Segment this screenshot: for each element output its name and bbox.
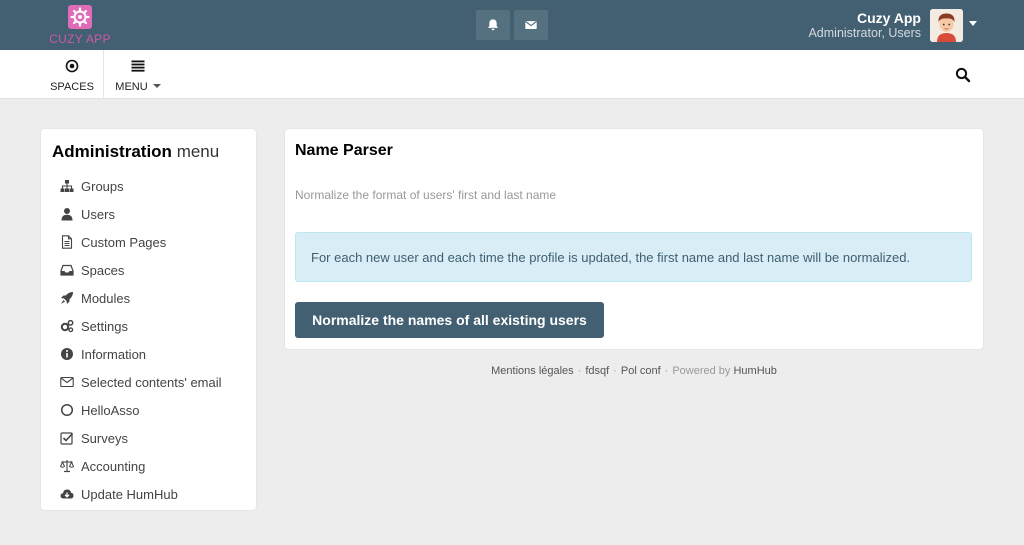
secondary-navbar: SPACES MENU bbox=[0, 50, 1024, 99]
user-role: Administrator, Users bbox=[808, 26, 921, 40]
sidebar-item-label: HelloAsso bbox=[81, 402, 140, 418]
inbox-icon bbox=[59, 262, 75, 278]
cloud-download-icon bbox=[59, 486, 75, 502]
logo-gear-icon bbox=[68, 5, 92, 29]
envelope-icon bbox=[525, 21, 537, 29]
sidebar-item-label: Groups bbox=[81, 178, 124, 194]
sidebar-item-users[interactable]: Users bbox=[41, 200, 256, 228]
sidebar-item-groups[interactable]: Groups bbox=[41, 172, 256, 200]
notifications-button[interactable] bbox=[476, 10, 510, 40]
messages-button[interactable] bbox=[514, 10, 548, 40]
footer-separator: · bbox=[577, 365, 582, 377]
balance-scale-icon bbox=[59, 458, 75, 474]
sidebar-item-label: Modules bbox=[81, 290, 131, 306]
name-parser-panel: Name Parser Normalize the format of user… bbox=[285, 129, 983, 349]
info-alert: For each new user and each time the prof… bbox=[295, 232, 972, 282]
normalize-names-button[interactable]: Normalize the names of all existing user… bbox=[295, 302, 604, 338]
gears-icon bbox=[59, 318, 75, 334]
logo-text: CUZY APP bbox=[49, 32, 111, 46]
footer-link-pol-conf[interactable]: Pol conf bbox=[621, 365, 661, 377]
top-navbar: CUZY APP Cuzy App Administrator, Users bbox=[0, 0, 1024, 50]
user-icon bbox=[59, 206, 75, 222]
bell-icon bbox=[488, 19, 498, 31]
app-logo[interactable]: CUZY APP bbox=[46, 5, 114, 47]
sidebar-item-modules[interactable]: Modules bbox=[41, 284, 256, 312]
footer-powered-by: Powered by bbox=[672, 365, 731, 377]
footer-separator: · bbox=[664, 365, 669, 377]
sidebar-item-label: Custom Pages bbox=[81, 234, 167, 250]
footer-link-humhub[interactable]: HumHub bbox=[733, 365, 776, 377]
circle-outline-icon bbox=[59, 402, 75, 418]
sidebar-item-label: Surveys bbox=[81, 430, 128, 446]
file-icon bbox=[59, 234, 75, 250]
footer-link-legal[interactable]: Mentions légales bbox=[491, 365, 574, 377]
footer-separator: · bbox=[613, 365, 617, 377]
sidebar-item-settings[interactable]: Settings bbox=[41, 312, 256, 340]
user-avatar[interactable] bbox=[930, 9, 963, 42]
main-menu-toggle[interactable]: MENU bbox=[105, 50, 171, 99]
administration-menu-panel: Administration menu Groups Users Custom … bbox=[41, 129, 256, 510]
sidebar-item-label: Update HumHub bbox=[81, 486, 178, 502]
page-subtitle: Normalize the format of users' first and… bbox=[295, 188, 557, 202]
bars-icon bbox=[131, 60, 145, 72]
sidebar-title: Administration menu bbox=[52, 142, 219, 162]
sidebar-item-label: Settings bbox=[81, 318, 128, 334]
sidebar-item-information[interactable]: Information bbox=[41, 340, 256, 368]
spaces-label: SPACES bbox=[50, 81, 94, 93]
menu-label: MENU bbox=[115, 81, 148, 93]
sidebar-item-spaces[interactable]: Spaces bbox=[41, 256, 256, 284]
sidebar-item-surveys[interactable]: Surveys bbox=[41, 424, 256, 452]
sidebar-item-label: Accounting bbox=[81, 458, 146, 474]
sidebar-item-custom-pages[interactable]: Custom Pages bbox=[41, 228, 256, 256]
envelope-outline-icon bbox=[59, 374, 75, 390]
sidebar-item-label: Information bbox=[81, 346, 147, 362]
search-icon[interactable] bbox=[955, 67, 971, 83]
sidebar-item-label: Spaces bbox=[81, 262, 125, 278]
sidebar-title-bold: Administration bbox=[52, 142, 172, 161]
sidebar-item-helloasso[interactable]: HelloAsso bbox=[41, 396, 256, 424]
info-alert-text: For each new user and each time the prof… bbox=[311, 249, 911, 265]
sidebar-item-label: Users bbox=[81, 206, 115, 222]
user-name[interactable]: Cuzy App bbox=[857, 10, 921, 26]
sidebar-title-light: menu bbox=[176, 142, 220, 161]
check-square-icon bbox=[59, 430, 75, 446]
footer-link-fdsqf[interactable]: fdsqf bbox=[585, 365, 609, 377]
rocket-icon bbox=[59, 290, 75, 306]
page-title: Name Parser bbox=[295, 142, 393, 159]
user-menu-caret-icon[interactable] bbox=[969, 21, 977, 26]
footer: Mentions légales · fdsqf · Pol conf · Powered … bbox=[285, 365, 983, 377]
sitemap-icon bbox=[59, 178, 75, 194]
dot-circle-icon bbox=[65, 59, 79, 73]
spaces-chooser[interactable]: SPACES bbox=[41, 50, 104, 99]
chevron-down-icon bbox=[152, 84, 161, 88]
sidebar-item-accounting[interactable]: Accounting bbox=[41, 452, 256, 480]
info-circle-icon bbox=[59, 346, 75, 362]
sidebar-item-label: Selected contents' email bbox=[81, 374, 222, 390]
sidebar-item-update-humhub[interactable]: Update HumHub bbox=[41, 480, 256, 508]
sidebar-item-selected-contents-email[interactable]: Selected contents' email bbox=[41, 368, 256, 396]
